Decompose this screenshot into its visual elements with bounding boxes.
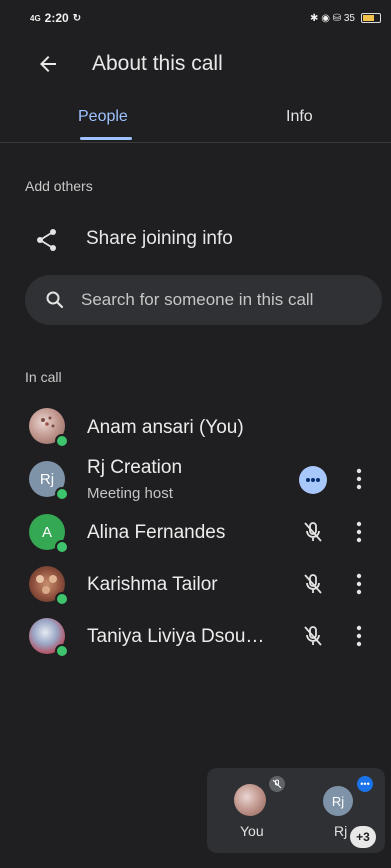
more-options-icon[interactable] <box>356 573 362 600</box>
tab-info[interactable]: Info <box>286 108 313 126</box>
tab-active-indicator <box>80 137 132 140</box>
tab-people[interactable]: People <box>78 108 128 126</box>
participant-row[interactable]: Taniya Liviya Dsou… <box>0 611 391 661</box>
participant-name: Karishma Tailor <box>87 574 218 595</box>
signal-indicator: 4G <box>30 13 41 23</box>
status-icons: ✱ ◉ ⛁ 35 <box>310 12 355 24</box>
search-icon <box>45 290 65 315</box>
pip-rj-label: Rj <box>334 823 348 839</box>
mic-off-icon <box>302 624 324 653</box>
mic-off-icon <box>269 776 285 792</box>
participant-role: Meeting host <box>87 485 173 502</box>
participant-row[interactable]: Anam ansari (You) <box>0 403 391 453</box>
mic-off-icon <box>302 572 324 601</box>
status-right: ✱ ◉ ⛁ 35 <box>310 13 381 24</box>
share-icon <box>36 228 58 257</box>
pip-you-label: You <box>240 823 264 839</box>
participant-row[interactable]: Karishma Tailor <box>0 559 391 609</box>
participant-name: Rj Creation <box>87 457 183 478</box>
pip-tile[interactable]: You Rj ••• Rj +3 <box>207 768 385 853</box>
participant-name: Taniya Liviya Dsou… <box>87 626 265 647</box>
presence-indicator <box>55 540 69 554</box>
speaking-indicator-icon: ••• <box>357 776 373 792</box>
tab-bar: People Info <box>0 100 391 143</box>
more-options-icon[interactable] <box>356 468 362 495</box>
status-left: 4G 2:20 ↻ <box>30 11 81 25</box>
pip-rj-initials: Rj <box>331 793 345 809</box>
participant-row[interactable]: A Alina Fernandes <box>0 507 391 557</box>
search-box[interactable] <box>25 275 382 325</box>
in-call-heading: In call <box>25 369 62 385</box>
presence-indicator <box>55 487 69 501</box>
avatar-initials: A <box>41 523 52 541</box>
sync-icon: ↻ <box>72 12 82 24</box>
share-joining-info-label: Share joining info <box>86 228 233 249</box>
mic-off-icon <box>302 520 324 549</box>
pip-more-count-badge: +3 <box>350 826 376 848</box>
participant-row[interactable]: Rj Rj Creation Meeting host <box>0 455 391 505</box>
pip-you-avatar <box>234 784 266 816</box>
status-time: 2:20 <box>44 11 69 25</box>
share-joining-info-button[interactable]: Share joining info <box>0 218 391 262</box>
presence-indicator <box>55 644 69 658</box>
participant-name: Alina Fernandes <box>87 522 226 543</box>
pip-rj-avatar: Rj <box>323 786 353 816</box>
more-options-icon[interactable] <box>356 521 362 548</box>
presence-indicator <box>55 592 69 606</box>
avatar-initials: Rj <box>39 470 55 488</box>
presence-indicator <box>55 434 69 448</box>
search-input[interactable] <box>81 288 371 312</box>
top-bar: About this call <box>0 40 391 90</box>
participant-name: Anam ansari (You) <box>87 417 244 438</box>
battery-icon <box>361 13 381 23</box>
arrow-left-icon[interactable] <box>36 52 60 76</box>
page-title: About this call <box>92 52 223 75</box>
speaking-indicator-icon <box>299 466 327 494</box>
more-options-icon[interactable] <box>356 625 362 652</box>
add-others-heading: Add others <box>25 178 93 194</box>
status-bar: 4G 2:20 ↻ ✱ ◉ ⛁ 35 <box>0 0 391 36</box>
